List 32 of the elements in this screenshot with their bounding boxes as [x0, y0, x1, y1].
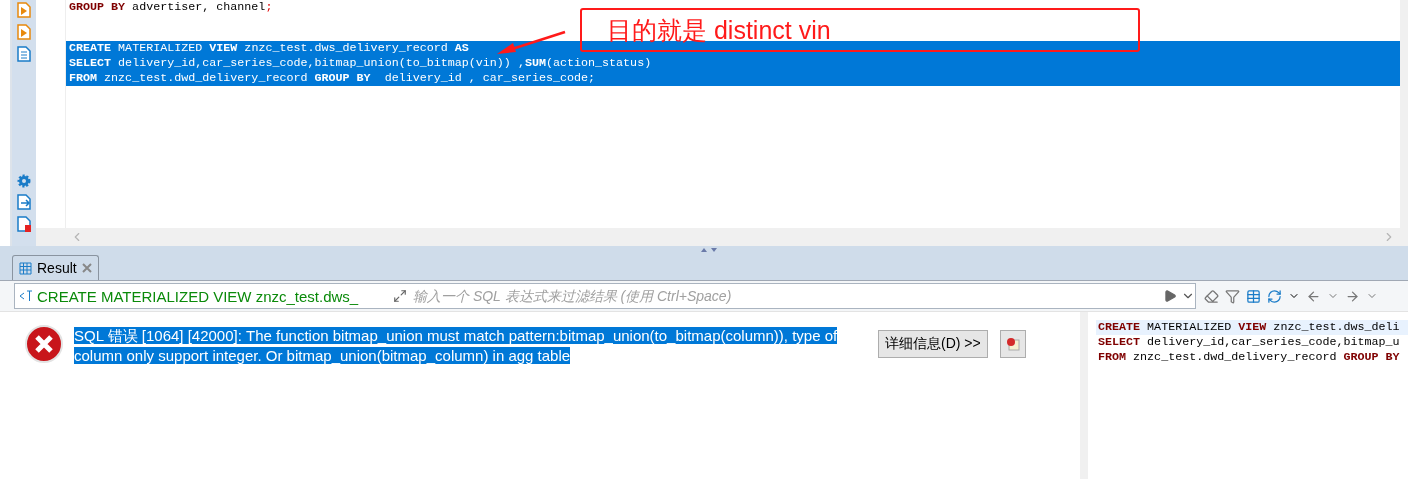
report-error-button[interactable]	[999, 330, 1026, 358]
apply-filter-icon[interactable]	[1163, 289, 1177, 303]
forward-icon[interactable]	[1345, 288, 1360, 304]
maximize-icon[interactable]	[393, 289, 407, 303]
error-report-icon	[1005, 337, 1020, 351]
grid-icon	[19, 261, 32, 275]
run-new-tab-icon[interactable]	[17, 24, 31, 40]
error-message: SQL 错误 [1064] [42000]: The function bitmap_union must match pattern:bitmap_union(to_bitmap(column)), type of column only support integer. Or bitmap_union(bitmap_column) in agg table	[74, 326, 839, 366]
sql-icon	[19, 290, 33, 302]
problems-icon[interactable]	[17, 216, 31, 232]
annotation-text: 目的就是 distinct vin	[607, 16, 831, 44]
query-line: SELECT delivery_id,car_series_code,bitmap_u	[1097, 335, 1401, 350]
query-line: FROM znzc_test.dwd_delivery_record GROUP BY	[1097, 350, 1401, 365]
clear-filter-icon[interactable]	[1204, 288, 1219, 304]
refresh-icon[interactable]	[1267, 288, 1282, 304]
sash-arrows-icon[interactable]	[699, 247, 719, 253]
export-icon[interactable]	[17, 194, 31, 210]
filter-field[interactable]: CREATE MATERIALIZED VIEW znzc_test.dws_ 输入一个 SQL 表达式来过滤结果 (使用 Ctrl+Space)	[14, 283, 1196, 309]
query-text: CREATE MATERIALIZED VIEW znzc_test.dws_	[37, 287, 360, 305]
filter-settings-icon[interactable]	[1225, 288, 1240, 304]
explain-plan-icon[interactable]	[17, 46, 31, 62]
run-script-icon[interactable]	[17, 2, 31, 18]
details-button[interactable]: 详细信息(D) >>	[878, 330, 988, 358]
table-settings-icon[interactable]	[1246, 288, 1261, 304]
result-tab[interactable]: Result	[12, 255, 99, 280]
vertical-scrollbar[interactable]	[1400, 0, 1408, 246]
back-icon[interactable]	[1306, 288, 1321, 304]
code-line: GROUP BY advertiser, channel;	[68, 0, 274, 15]
close-icon[interactable]	[81, 263, 92, 273]
annotation-arrow	[495, 30, 567, 56]
settings-icon[interactable]	[17, 174, 31, 188]
error-icon	[24, 324, 64, 364]
